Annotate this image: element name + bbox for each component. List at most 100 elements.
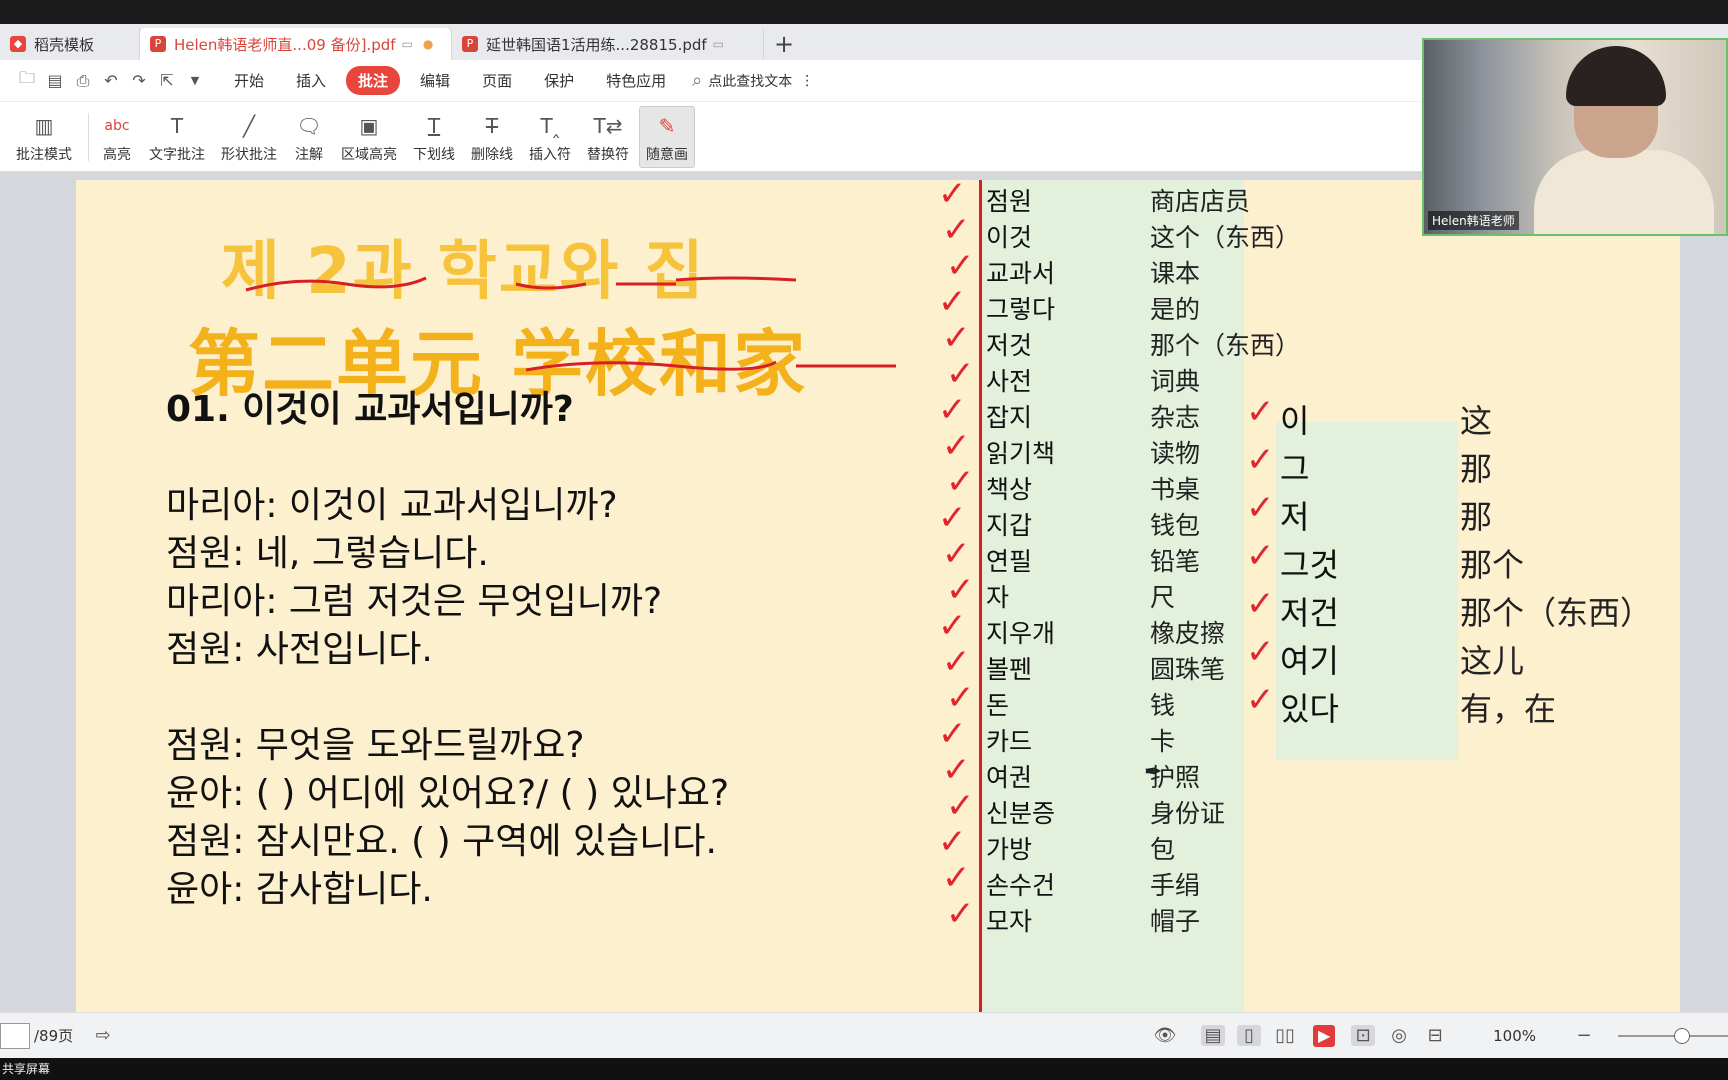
demonstrative-chinese: 那个 xyxy=(1460,546,1525,584)
checkmark-icon: ✓ xyxy=(946,570,975,610)
checkmark-icon: ✓ xyxy=(1246,632,1275,672)
chevron-down-icon[interactable]: ▼ xyxy=(182,68,208,94)
checkmark-icon: ✓ xyxy=(938,180,967,214)
vocab-chinese: 尺 xyxy=(1150,583,1176,612)
vocab-chinese: 是的 xyxy=(1150,295,1201,324)
status-bar: /89页 ⇨ 👁 ▤ ▯ ▯▯ ▶ ⊡ ◎ ⊟ 100% − xyxy=(0,1012,1728,1058)
export-icon[interactable]: ⇱ xyxy=(154,68,180,94)
vocab-korean: 저것 xyxy=(986,331,1033,360)
highlight-button[interactable]: abc 高亮 xyxy=(95,106,139,168)
two-page-icon[interactable]: ▯▯ xyxy=(1273,1025,1297,1046)
print-icon[interactable]: ⎙ xyxy=(70,68,96,94)
vocab-chinese: 读物 xyxy=(1150,439,1201,468)
vocab-korean: 돈 xyxy=(986,691,1010,720)
checkmark-icon: ✓ xyxy=(942,210,971,250)
vocab-korean: 읽기책 xyxy=(986,439,1056,468)
replace-caret-button[interactable]: T⇄ 替换符 xyxy=(581,106,635,168)
vocab-chinese: 课本 xyxy=(1150,259,1201,288)
open-folder-icon[interactable]: 🗀 xyxy=(14,68,40,94)
menu-protect[interactable]: 保护 xyxy=(532,66,586,95)
freehand-button[interactable]: ✎ 随意画 xyxy=(639,105,695,168)
redo-icon[interactable]: ↷ xyxy=(126,68,152,94)
vocab-korean: 손수건 xyxy=(986,871,1056,900)
tab-template[interactable]: ◆ 稻壳模板 xyxy=(0,28,140,60)
vocab-chinese: 身份证 xyxy=(1150,799,1226,828)
checkmark-icon: ✓ xyxy=(1246,536,1275,576)
insert-caret-button[interactable]: T‸ 插入符 xyxy=(523,106,577,168)
undo-icon[interactable]: ↶ xyxy=(98,68,124,94)
freehand-icon: ✎ xyxy=(658,113,676,138)
tab-helen-pdf[interactable]: P Helen韩语老师直...09 备份].pdf ▭ ● xyxy=(140,28,452,60)
dialog-line: 윤아: 감사합니다. xyxy=(166,869,433,910)
find-text-search[interactable]: ⌕ 点此查找文本 ⋮ xyxy=(692,70,814,91)
vocab-korean: 모자 xyxy=(986,907,1033,936)
play-slideshow-icon[interactable]: ▶ xyxy=(1313,1024,1336,1047)
pdf-icon: P xyxy=(150,36,166,52)
strikethrough-button[interactable]: T 删除线 xyxy=(465,106,519,168)
menu-start[interactable]: 开始 xyxy=(222,66,276,95)
checkmark-icon: ✓ xyxy=(938,606,967,646)
vocab-korean: 볼펜 xyxy=(986,655,1033,684)
checkmark-icon: ✓ xyxy=(1246,392,1275,432)
menu-features[interactable]: 特色应用 xyxy=(594,66,678,95)
replace-caret-icon: T⇄ xyxy=(593,113,623,138)
checkmark-icon: ✓ xyxy=(942,426,971,466)
webcam-name-label: Helen韩语老师 xyxy=(1428,211,1519,230)
vocab-chinese: 橡皮擦 xyxy=(1150,619,1226,648)
lesson-heading: 01. 이것이 교과서입니까? xyxy=(166,389,574,430)
zoom-out-icon[interactable]: − xyxy=(1572,1025,1596,1046)
demonstrative-chinese: 这儿 xyxy=(1460,642,1525,680)
webcam-overlay[interactable]: Helen韩语老师 xyxy=(1422,38,1728,236)
dialog-line: 점원: 사전입니다. xyxy=(166,629,433,670)
vocab-chinese: 帽子 xyxy=(1150,907,1201,936)
annotation-mode-button[interactable]: ▥ 批注模式 xyxy=(10,106,78,168)
demonstrative-korean: 저건 xyxy=(1280,594,1339,632)
save-icon[interactable]: ▤ xyxy=(42,68,68,94)
pen-cursor-icon: ✒ xyxy=(1144,760,1163,785)
vocab-korean: 지갑 xyxy=(986,511,1033,540)
menu-insert[interactable]: 插入 xyxy=(284,66,338,95)
vocab-chinese: 手绢 xyxy=(1150,871,1201,900)
next-page-icon[interactable]: ⇨ xyxy=(91,1025,115,1046)
document-workspace[interactable]: 제 2과 학교와 집 第二单元 学校和家 01. 이것이 교과서입니까? 마리아… xyxy=(0,172,1728,1012)
screen-share-bar: 共享屏幕 xyxy=(0,1058,1728,1080)
more-icon[interactable]: ⋮ xyxy=(800,73,814,89)
underline-icon: T xyxy=(427,113,441,138)
vocab-korean: 점원 xyxy=(986,187,1033,216)
zoom-slider-handle[interactable] xyxy=(1674,1027,1690,1044)
actual-size-icon[interactable]: ⊡ xyxy=(1351,1025,1376,1046)
text-annotation-icon: T xyxy=(170,113,184,138)
vocab-korean: 가방 xyxy=(986,835,1033,864)
tab-label: 稻壳模板 xyxy=(34,35,95,54)
note-button[interactable]: 🗨 注解 xyxy=(287,106,331,168)
fit-width-icon[interactable]: ⊟ xyxy=(1423,1025,1447,1046)
menu-edit[interactable]: 编辑 xyxy=(408,66,462,95)
search-icon: ⌕ xyxy=(692,70,703,91)
zoom-slider[interactable] xyxy=(1618,1027,1728,1044)
menu-page[interactable]: 页面 xyxy=(470,66,524,95)
vocab-korean: 교과서 xyxy=(986,259,1056,288)
dialog-line: 마리아: 이것이 교과서입니까? xyxy=(166,485,618,526)
new-tab-button[interactable]: + xyxy=(764,28,804,60)
tab-yonsei-pdf[interactable]: P 延世韩国语1活用练...28815.pdf ▭ xyxy=(452,28,764,60)
single-page-icon[interactable]: ▯ xyxy=(1237,1025,1262,1046)
underline-button[interactable]: T 下划线 xyxy=(407,106,461,168)
dialog-line: 마리아: 그럼 저것은 무엇입니까? xyxy=(166,581,663,622)
page-total: /89页 xyxy=(34,1027,74,1045)
shape-annotation-button[interactable]: ╱ 形状批注 xyxy=(215,106,283,168)
page-number-input[interactable] xyxy=(0,1022,30,1049)
area-highlight-button[interactable]: ▣ 区域高亮 xyxy=(335,106,403,168)
menu-annotate[interactable]: 批注 xyxy=(346,66,401,95)
checkmark-icon: ✓ xyxy=(946,786,975,826)
eye-protection-icon[interactable]: 👁 xyxy=(1153,1025,1177,1046)
checkmark-icon: ✓ xyxy=(942,318,971,358)
zoom-level[interactable]: 100% xyxy=(1493,1027,1536,1045)
checkmark-icon: ✓ xyxy=(938,282,967,322)
demonstrative-chinese: 这 xyxy=(1460,402,1493,440)
continuous-view-icon[interactable]: ▤ xyxy=(1201,1025,1226,1046)
checkmark-icon: ✓ xyxy=(942,750,971,790)
pdf-page[interactable]: 제 2과 학교와 집 第二单元 学校和家 01. 이것이 교과서입니까? 마리아… xyxy=(76,180,1680,1012)
text-annotation-button[interactable]: T 文字批注 xyxy=(143,106,211,168)
fit-page-icon[interactable]: ◎ xyxy=(1387,1025,1411,1046)
checkmark-icon: ✓ xyxy=(1246,440,1275,480)
